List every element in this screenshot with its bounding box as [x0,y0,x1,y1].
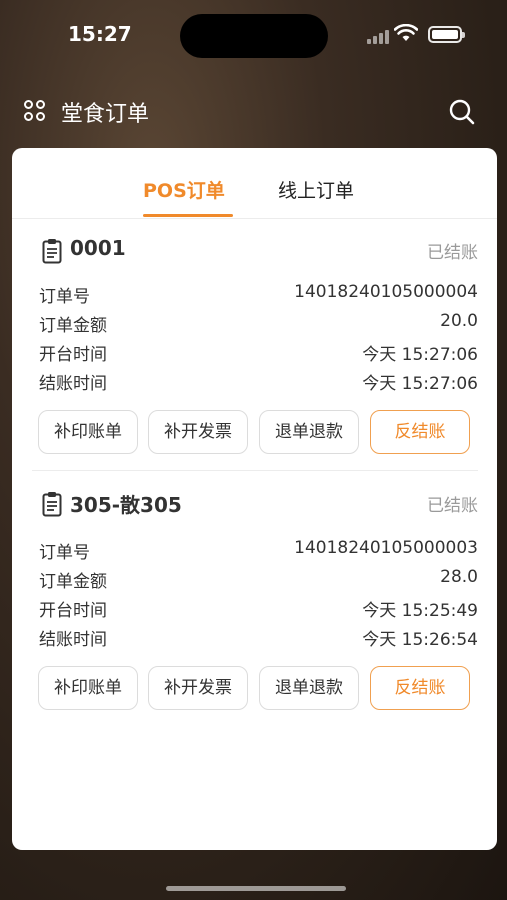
wifi-icon [394,24,418,41]
order-field-row: 订单金额 20.0 [32,308,478,337]
open-time-label: 开台时间 [39,601,107,621]
grid-menu-icon[interactable] [24,100,46,122]
search-icon[interactable] [448,98,476,126]
battery-icon [428,26,465,43]
dynamic-island [180,14,328,58]
order-amount-label: 订单金额 [39,572,107,592]
checkout-time-label: 结账时间 [39,374,107,394]
reissue-invoice-button[interactable]: 补开发票 [148,666,248,710]
refund-order-button[interactable]: 退单退款 [259,666,359,710]
order-status: 已结账 [427,496,478,516]
home-indicator[interactable] [166,886,346,891]
order-field-row: 订单号 14018240105000003 [32,535,478,564]
clipboard-icon [42,492,62,517]
status-time: 15:27 [68,22,132,46]
reverse-checkout-button[interactable]: 反结账 [370,666,470,710]
tab-pos-orders[interactable]: POS订单 [143,176,225,203]
order-field-row: 结账时间 今天 15:27:06 [32,366,478,395]
order-card[interactable]: 305-散305 已结账 订单号 14018240105000003 订单金额 … [32,487,478,712]
status-bar: 15:27 [0,0,507,70]
cellular-signal-icon [367,28,389,44]
order-number-value: 14018240105000003 [294,538,478,558]
refund-order-button[interactable]: 退单退款 [259,410,359,454]
order-field-row: 开台时间 今天 15:25:49 [32,593,478,622]
order-actions: 补印账单 补开发票 退单退款 反结账 [32,410,478,456]
order-actions: 补印账单 补开发票 退单退款 反结账 [32,666,478,712]
order-number-value: 14018240105000004 [294,282,478,302]
order-card[interactable]: 0001 已结账 订单号 14018240105000004 订单金额 20.0… [32,234,478,456]
order-name: 305-散305 [70,493,182,517]
order-number-label: 订单号 [39,287,90,307]
active-tab-indicator [143,214,233,217]
page-title: 堂食订单 [61,102,150,127]
order-divider [32,470,478,471]
order-field-row: 开台时间 今天 15:27:06 [32,337,478,366]
reissue-invoice-button[interactable]: 补开发票 [148,410,248,454]
clipboard-icon [42,239,62,264]
reprint-bill-button[interactable]: 补印账单 [38,666,138,710]
reprint-bill-button[interactable]: 补印账单 [38,410,138,454]
tab-bar: POS订单 线上订单 [12,148,497,219]
order-amount-label: 订单金额 [39,316,107,336]
checkout-time-value: 今天 15:27:06 [362,374,478,394]
nav-bar: 堂食订单 [0,88,507,132]
order-number-label: 订单号 [39,543,90,563]
order-amount-value: 28.0 [440,567,478,587]
order-field-row: 订单号 14018240105000004 [32,279,478,308]
order-amount-value: 20.0 [440,311,478,331]
open-time-value: 今天 15:27:06 [362,345,478,365]
order-name: 0001 [70,236,126,260]
order-field-row: 结账时间 今天 15:26:54 [32,622,478,651]
order-field-row: 订单金额 28.0 [32,564,478,593]
open-time-value: 今天 15:25:49 [362,601,478,621]
checkout-time-label: 结账时间 [39,630,107,650]
open-time-label: 开台时间 [39,345,107,365]
order-status: 已结账 [427,243,478,263]
orders-card: POS订单 线上订单 0001 已结账 订单号 1401824010500000… [12,148,497,850]
tab-online-orders[interactable]: 线上订单 [278,176,354,203]
reverse-checkout-button[interactable]: 反结账 [370,410,470,454]
checkout-time-value: 今天 15:26:54 [362,630,478,650]
